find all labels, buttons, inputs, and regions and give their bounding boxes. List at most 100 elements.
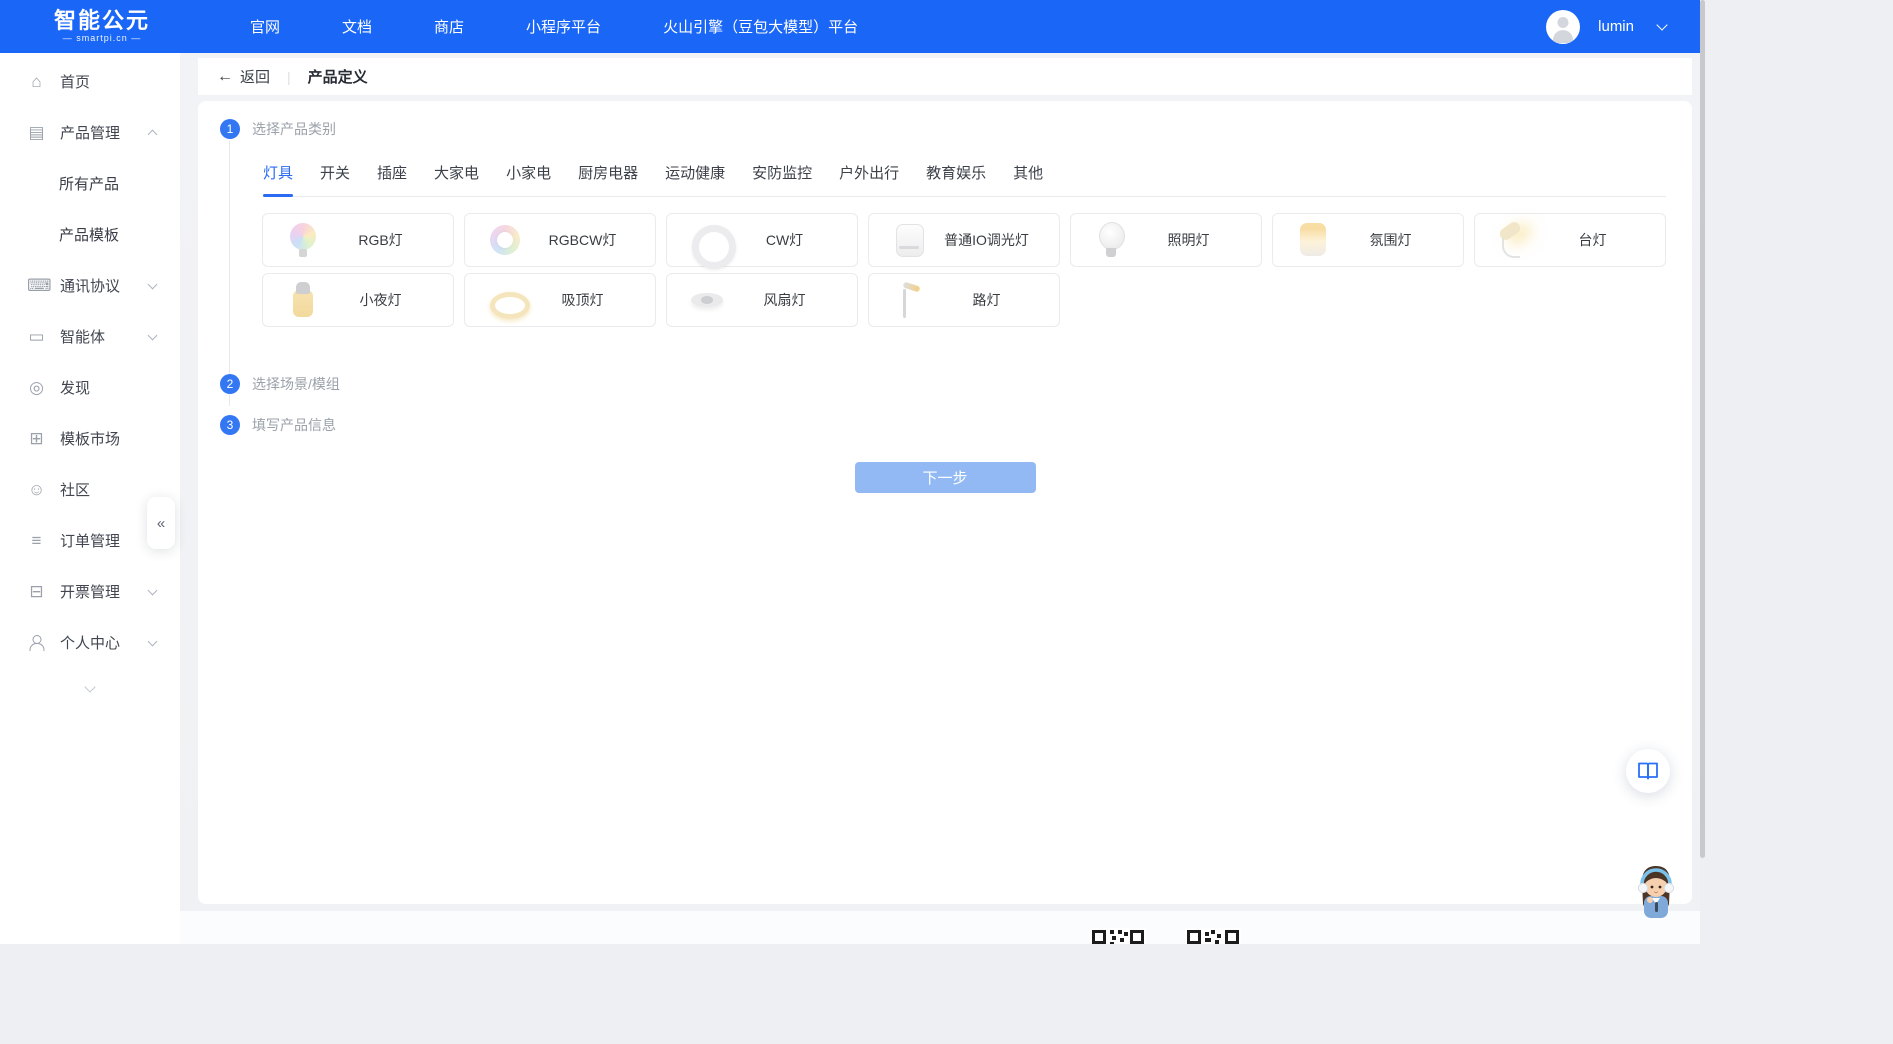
category-tab[interactable]: 户外出行 [839, 162, 899, 196]
grid-icon [27, 429, 46, 448]
sidebar-item-label: 开票管理 [60, 581, 120, 602]
product-card-lighting-lamp[interactable]: 照明灯 [1070, 213, 1262, 267]
product-card-label: 氛围灯 [1332, 230, 1463, 250]
sidebar-item-label: 产品管理 [60, 122, 120, 143]
category-tab[interactable]: 安防监控 [752, 162, 812, 196]
step-2-badge: 2 [220, 374, 240, 394]
sidebar-collapse-button[interactable]: « [147, 497, 175, 549]
sidebar-more-indicator[interactable] [0, 668, 180, 708]
compass-icon [27, 378, 46, 397]
chevron-down-icon[interactable] [1656, 19, 1667, 30]
category-tab[interactable]: 开关 [320, 162, 350, 196]
product-card-label: CW灯 [726, 230, 857, 250]
user-avatar-icon[interactable] [1546, 10, 1580, 44]
category-tab[interactable]: 教育娱乐 [926, 162, 986, 196]
step-2-label: 选择场景/模组 [252, 374, 340, 394]
category-tab[interactable]: 插座 [377, 162, 407, 196]
sidebar-item-template-market[interactable]: 模板市场 [0, 413, 180, 464]
breadcrumb-divider: | [287, 69, 291, 85]
monitor-icon [27, 327, 46, 346]
page: 智能公元 — smartpi.cn — 官网 文档 商店 小程序平台 火山引擎（… [0, 0, 1893, 1044]
back-button[interactable]: ← 返回 [217, 66, 270, 87]
brand-subtitle: — smartpi.cn — [42, 33, 162, 43]
product-card-night-light[interactable]: 小夜灯 [262, 273, 454, 327]
product-card-ceiling-light[interactable]: 吸顶灯 [464, 273, 656, 327]
product-definition-card: 1 选择产品类别 灯具 开关 插座 大家电 小家电 [198, 101, 1692, 904]
nav-volcano-engine-platform[interactable]: 火山引擎（豆包大模型）平台 [663, 16, 858, 37]
io-dimmer-light-image [890, 221, 928, 259]
category-tab[interactable]: 厨房电器 [578, 162, 638, 196]
product-type-grid: RGB灯 RGBCW灯 CW灯 [262, 213, 1674, 327]
sidebar-item-all-products[interactable]: 所有产品 [0, 158, 180, 209]
nav-docs[interactable]: 文档 [342, 16, 372, 37]
sidebar-item-agent[interactable]: 智能体 [0, 311, 180, 362]
sidebar-item-label: 订单管理 [60, 530, 120, 551]
sidebar-item-discover[interactable]: 发现 [0, 362, 180, 413]
book-icon [1637, 761, 1659, 781]
step-3-badge: 3 [220, 415, 240, 435]
qr-code-2 [1185, 928, 1241, 944]
sidebar-item-communication-protocol[interactable]: 通讯协议 [0, 260, 180, 311]
person-icon [27, 634, 46, 651]
night-light-image [284, 281, 322, 319]
docs-floating-button[interactable] [1626, 749, 1670, 793]
sidebar-item-label: 通讯协议 [60, 275, 120, 296]
sidebar-item-label: 所有产品 [59, 173, 119, 194]
home-icon [27, 72, 46, 91]
category-tabs: 灯具 开关 插座 大家电 小家电 厨房电器 运动健康 安防监控 [263, 162, 1666, 197]
product-card-ambient-light[interactable]: 氛围灯 [1272, 213, 1464, 267]
fan-light-image [688, 281, 726, 319]
sidebar-item-personal-center[interactable]: 个人中心 [0, 617, 180, 668]
product-card-io-dimmer-light[interactable]: 普通IO调光灯 [868, 213, 1060, 267]
qr-code-1 [1090, 928, 1146, 944]
assistant-girl-icon [1630, 860, 1682, 918]
product-card-desk-lamp[interactable]: 台灯 [1474, 213, 1666, 267]
category-tab[interactable]: 大家电 [434, 162, 479, 196]
sidebar-item-product-templates[interactable]: 产品模板 [0, 209, 180, 260]
main-area: ← 返回 | 产品定义 1 选择产品类别 灯具 开关 [180, 53, 1700, 944]
product-card-street-light[interactable]: 路灯 [868, 273, 1060, 327]
nav-official-site[interactable]: 官网 [250, 16, 280, 37]
chevron-icon [148, 585, 158, 595]
category-tab[interactable]: 灯具 [263, 162, 293, 196]
sidebar: 首页 产品管理 所有产品 [0, 53, 180, 944]
product-card-label: RGB灯 [322, 230, 453, 250]
username[interactable]: lumin [1598, 18, 1634, 35]
chevron-icon [148, 330, 158, 340]
sidebar-item-label: 发现 [60, 377, 90, 398]
nav-miniprogram-platform[interactable]: 小程序平台 [526, 16, 601, 37]
sidebar-item-label: 社区 [60, 479, 90, 500]
sidebar-item-invoice-management[interactable]: 开票管理 [0, 566, 180, 617]
product-card-rgbcw-light[interactable]: RGBCW灯 [464, 213, 656, 267]
navbar-user-area: lumin [1546, 10, 1666, 44]
next-step-button[interactable]: 下一步 [855, 462, 1036, 493]
step-1: 1 选择产品类别 [220, 118, 1692, 140]
ceiling-light-image [486, 281, 524, 319]
assistant-avatar[interactable] [1630, 860, 1682, 918]
sidebar-item-label: 个人中心 [60, 632, 120, 653]
step-connector-line [229, 141, 230, 406]
sidebar-item-label: 模板市场 [60, 428, 120, 449]
category-tab[interactable]: 运动健康 [665, 162, 725, 196]
category-tab[interactable]: 小家电 [506, 162, 551, 196]
brand-logo[interactable]: 智能公元 — smartpi.cn — [42, 10, 162, 43]
vertical-scrollbar[interactable] [1700, 0, 1705, 858]
box-icon [27, 582, 46, 601]
sidebar-item-home[interactable]: 首页 [0, 56, 180, 107]
brand-title: 智能公元 [42, 10, 162, 32]
chevron-down-icon [84, 681, 95, 692]
desk-lamp-image [1496, 221, 1534, 259]
product-card-rgb-light[interactable]: RGB灯 [262, 213, 454, 267]
product-card-cw-light[interactable]: CW灯 [666, 213, 858, 267]
chevron-icon [148, 636, 158, 646]
ambient-light-image [1294, 221, 1332, 259]
product-card-label: 照明灯 [1130, 230, 1261, 250]
product-card-label: 台灯 [1534, 230, 1665, 250]
sidebar-item-product-management[interactable]: 产品管理 [0, 107, 180, 158]
nav-store[interactable]: 商店 [434, 16, 464, 37]
step-2: 2 选择场景/模组 [220, 373, 1692, 395]
category-tab[interactable]: 其他 [1013, 162, 1043, 196]
back-label: 返回 [240, 66, 270, 87]
rgb-light-image [284, 221, 322, 259]
product-card-fan-light[interactable]: 风扇灯 [666, 273, 858, 327]
